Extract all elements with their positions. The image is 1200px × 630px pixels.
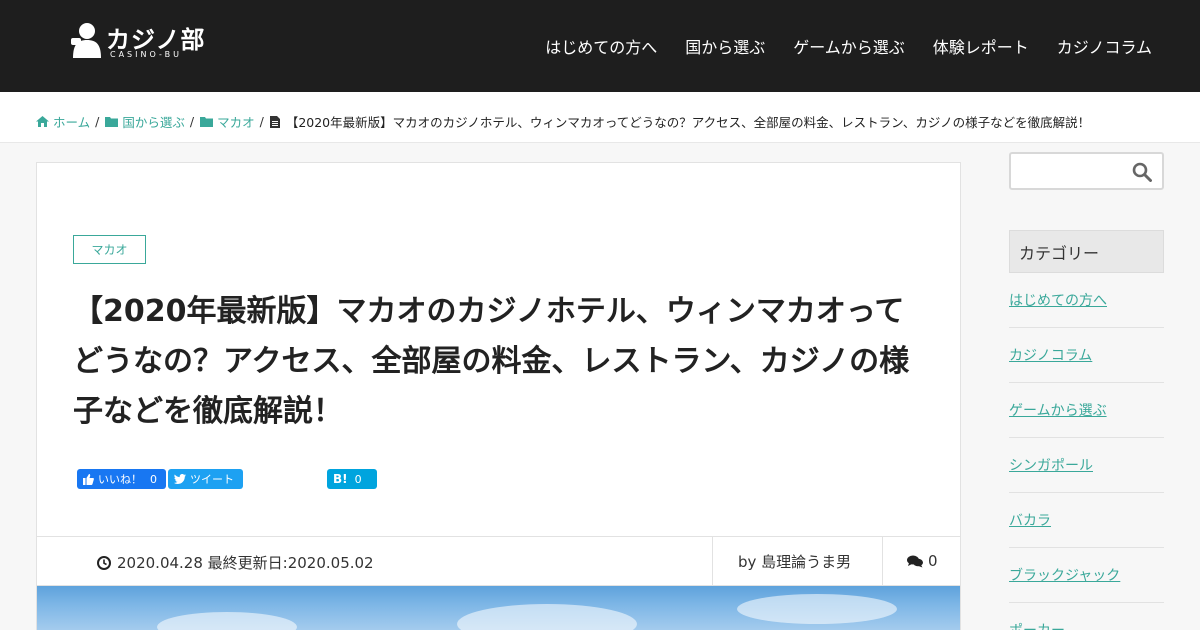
post-date-text: 2020.04.28 最終更新日:2020.05.02 <box>117 554 374 572</box>
nav-item-by-country[interactable]: 国から選ぶ <box>685 34 765 58</box>
hatena-bookmark-icon: B! <box>333 472 348 486</box>
search-icon[interactable] <box>1132 162 1152 182</box>
category-list: はじめての方へ カジノコラム ゲームから選ぶ シンガポール バカラ ブラックジャ… <box>1009 273 1164 630</box>
tweet-button[interactable]: ツイート <box>168 469 243 489</box>
nav-item-by-game[interactable]: ゲームから選ぶ <box>793 34 905 58</box>
folder-icon <box>200 117 214 127</box>
article-title: 【2020年最新版】マカオのカジノホテル、ウィンマカオってどうなの？アクセス、全… <box>73 294 910 429</box>
sky-cloud <box>157 612 297 630</box>
hero-image <box>37 586 960 630</box>
breadcrumb: ホーム / 国から選ぶ / マカオ / 【2020年最新版】マカオのカジノホテル… <box>36 112 1090 131</box>
site-header: カジノ部 CASINO-BU はじめての方へ 国から選ぶ ゲームから選ぶ 体験レ… <box>0 0 1200 92</box>
facebook-like-count: 0 <box>150 472 157 486</box>
clock-icon <box>97 555 111 570</box>
folder-icon <box>105 117 119 127</box>
category-item-by-game[interactable]: ゲームから選ぶ <box>1009 383 1164 438</box>
sky-cloud <box>457 604 637 630</box>
breadcrumb-current: 【2020年最新版】マカオのカジノホテル、ウィンマカオってどうなの？アクセス、全… <box>269 112 1091 131</box>
article-card: マカオ 【2020年最新版】マカオのカジノホテル、ウィンマカオってどうなの？アク… <box>36 162 961 630</box>
breadcrumb-country[interactable]: 国から選ぶ <box>105 112 185 131</box>
comment-count[interactable]: 0 <box>907 552 938 570</box>
share-buttons: いいね！ 0 ツイート B! 0 <box>77 469 377 489</box>
breadcrumb-macau[interactable]: マカオ <box>200 112 255 131</box>
tweet-label: ツイート <box>190 473 234 486</box>
category-tag[interactable]: マカオ <box>73 235 146 264</box>
post-author[interactable]: by 島理論うま男 <box>712 537 883 585</box>
comment-count-text: 0 <box>928 552 938 570</box>
breadcrumb-home-label: ホーム <box>53 115 91 130</box>
breadcrumb-separator: / <box>189 114 195 129</box>
comments-icon <box>907 555 923 567</box>
category-item-singapore[interactable]: シンガポール <box>1009 438 1164 493</box>
search-box[interactable] <box>1009 152 1164 190</box>
category-item-beginners[interactable]: はじめての方へ <box>1009 273 1164 328</box>
post-date: 2020.04.28 最終更新日:2020.05.02 <box>97 552 374 573</box>
category-item-baccarat[interactable]: バカラ <box>1009 493 1164 548</box>
nav-item-beginners[interactable]: はじめての方へ <box>545 34 657 58</box>
breadcrumb-separator: / <box>259 114 264 129</box>
nav-item-column[interactable]: カジノコラム <box>1057 34 1152 58</box>
breadcrumb-current-label: 【2020年最新版】マカオのカジノホテル、ウィンマカオってどうなの？アクセス、全… <box>285 115 1091 130</box>
facebook-like-label: いいね！ <box>98 473 142 486</box>
facebook-like-button[interactable]: いいね！ 0 <box>77 469 166 489</box>
logo-subtext: CASINO-BU <box>110 50 182 59</box>
main-nav: はじめての方へ 国から選ぶ ゲームから選ぶ 体験レポート カジノコラム <box>545 34 1152 58</box>
article-meta: 2020.04.28 最終更新日:2020.05.02 by 島理論うま男 0 <box>37 536 960 586</box>
twitter-bird-icon <box>174 474 186 484</box>
category-item-column[interactable]: カジノコラム <box>1009 328 1164 383</box>
breadcrumb-bar: ホーム / 国から選ぶ / マカオ / 【2020年最新版】マカオのカジノホテル… <box>0 92 1200 143</box>
nav-item-reports[interactable]: 体験レポート <box>933 34 1029 58</box>
logo-person-icon <box>71 23 101 58</box>
home-icon <box>36 116 49 127</box>
breadcrumb-country-label: 国から選ぶ <box>122 115 185 130</box>
search-input[interactable] <box>1017 160 1127 182</box>
site-logo[interactable]: カジノ部 CASINO-BU <box>70 20 210 62</box>
sky-cloud <box>737 594 897 624</box>
thumbs-up-icon <box>83 473 94 485</box>
breadcrumb-home[interactable]: ホーム <box>36 112 90 131</box>
document-icon <box>269 115 280 128</box>
category-item-blackjack[interactable]: ブラックジャック <box>1009 548 1164 603</box>
category-widget-heading: カテゴリー <box>1009 230 1164 273</box>
breadcrumb-macau-label: マカオ <box>217 115 255 130</box>
hatena-bookmark-button[interactable]: B! 0 <box>327 469 377 489</box>
hatena-bookmark-count: 0 <box>354 472 362 486</box>
category-item-poker[interactable]: ポーカー <box>1009 603 1164 630</box>
breadcrumb-separator: / <box>95 114 100 129</box>
